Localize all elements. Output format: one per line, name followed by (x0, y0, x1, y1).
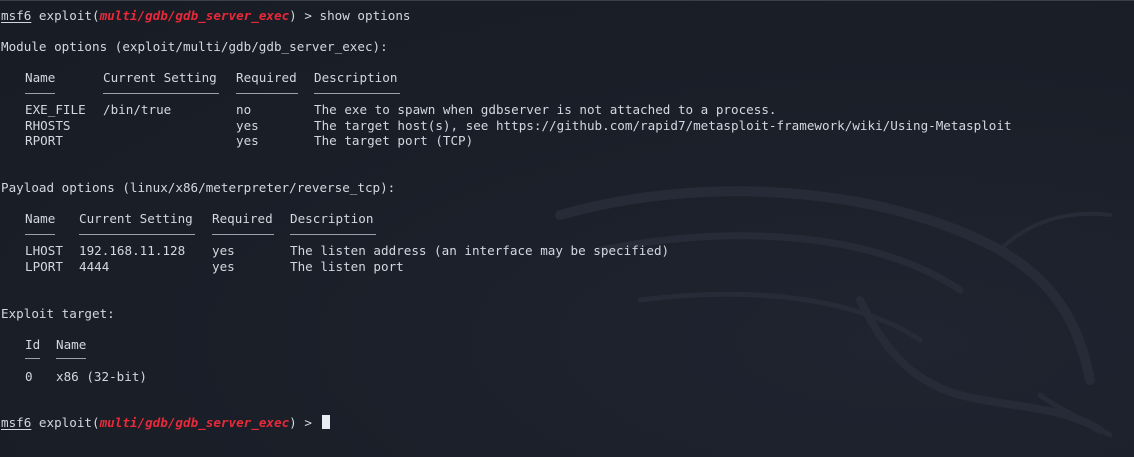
exploit-target-title: Exploit target: (1, 306, 115, 321)
module-row-rhosts-required: yes (236, 118, 259, 133)
prompt-exploit-prefix: exploit( (31, 415, 100, 430)
module-row-rport-description: The target port (TCP) (314, 133, 474, 148)
payload-options-title: Payload options (linux/x86/meterpreter/r… (1, 180, 396, 195)
module-row-exe-setting: /bin/true (103, 102, 172, 117)
entered-command: show options (319, 8, 411, 23)
payload-header-underline (290, 234, 376, 235)
payload-header-required: Required (212, 211, 273, 226)
payload-row-lport-required: yes (212, 259, 235, 274)
module-header-underline (314, 93, 400, 94)
module-row-rport-name: RPORT (25, 133, 63, 148)
payload-header-name: Name (25, 211, 56, 226)
payload-row-lport-description: The listen port (290, 259, 404, 274)
payload-row-lport-setting: 4444 (79, 259, 110, 274)
payload-header-underline (25, 234, 55, 235)
payload-header-underline (212, 234, 274, 235)
module-header-name: Name (25, 70, 56, 85)
payload-header-description: Description (290, 211, 374, 226)
module-header-description: Description (314, 70, 398, 85)
module-row-exe-description: The exe to spawn when gdbserver is not a… (314, 102, 777, 117)
target-header-underline (25, 358, 40, 359)
module-options-title: Module options (exploit/multi/gdb/gdb_se… (1, 39, 388, 54)
target-row-id: 0 (25, 369, 33, 384)
payload-row-lhost-name: LHOST (25, 243, 63, 258)
command-line-1: msf6 exploit(multi/gdb/gdb_server_exec) … (1, 8, 411, 23)
module-header-setting: Current Setting (103, 70, 217, 85)
payload-header-setting: Current Setting (79, 211, 193, 226)
module-row-exe-required: no (236, 102, 252, 117)
payload-row-lhost-setting: 192.168.11.128 (79, 243, 186, 258)
prompt-module-name: multi/gdb/gdb_server_exec (99, 415, 290, 430)
module-header-underline (236, 93, 298, 94)
module-row-rhosts-name: RHOSTS (25, 118, 71, 133)
module-header-underline (103, 93, 219, 94)
payload-row-lport-name: LPORT (25, 259, 63, 274)
target-header-id: Id (25, 337, 41, 352)
target-header-underline (56, 358, 86, 359)
prompt-exploit-prefix: exploit( (31, 8, 100, 23)
msf-prompt-label: msf6 (1, 415, 32, 430)
text-cursor[interactable] (321, 415, 330, 429)
payload-row-lhost-description: The listen address (an interface may be … (290, 243, 670, 258)
module-row-rhosts-description: The target host(s), see https://github.c… (314, 118, 1012, 133)
prompt-suffix: ) > (289, 415, 320, 430)
prompt-suffix: ) > (289, 8, 320, 23)
module-row-exe-name: EXE_FILE (25, 102, 86, 117)
top-border (0, 0, 1134, 1)
target-row-name: x86 (32-bit) (56, 369, 147, 384)
payload-header-underline (79, 234, 195, 235)
module-row-rport-required: yes (236, 133, 259, 148)
prompt-module-name: multi/gdb/gdb_server_exec (99, 8, 290, 23)
payload-row-lhost-required: yes (212, 243, 235, 258)
kali-dragon-icon (555, 186, 1113, 438)
module-header-underline (25, 93, 55, 94)
terminal-window[interactable]: msf6 exploit(multi/gdb/gdb_server_exec) … (0, 0, 1134, 457)
target-header-name: Name (56, 337, 87, 352)
module-header-required: Required (236, 70, 297, 85)
msf-prompt-label: msf6 (1, 8, 32, 23)
command-line-2[interactable]: msf6 exploit(multi/gdb/gdb_server_exec) … (1, 415, 330, 430)
